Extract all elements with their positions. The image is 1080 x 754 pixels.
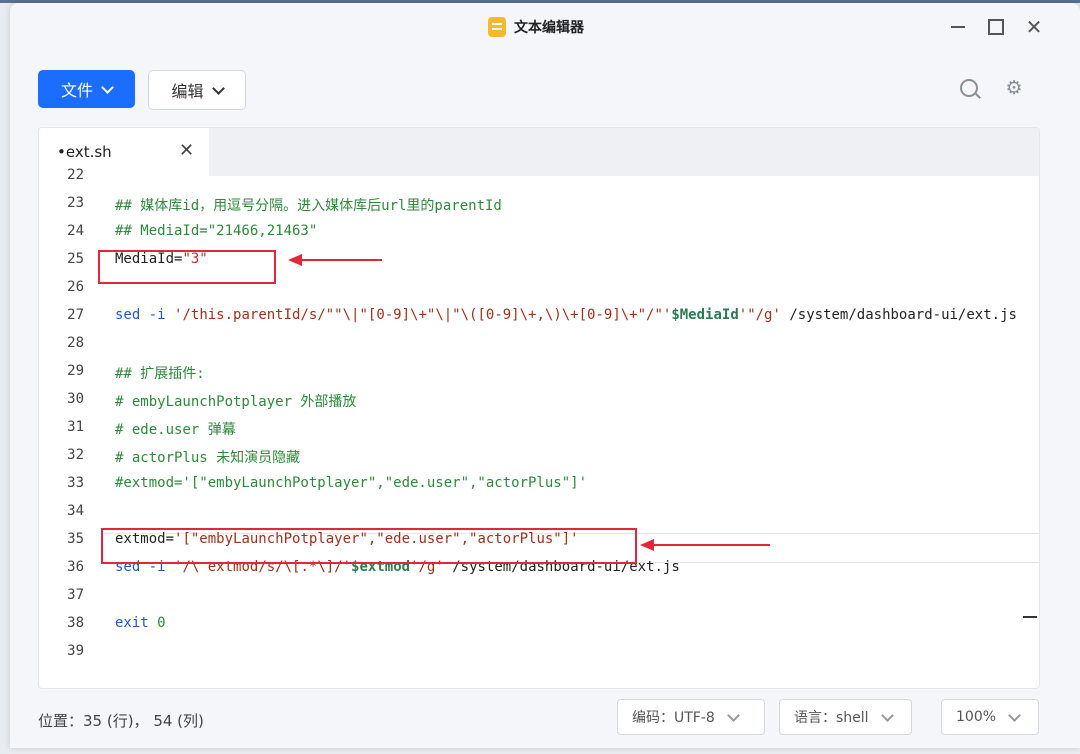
close-tab-icon[interactable]: ✕ (179, 140, 194, 161)
cursor-position: 位置：35 (行)， 54 (列) (38, 712, 204, 730)
code-token: # embyLaunchPotplayer 外部播放 (115, 394, 357, 410)
arrow-line-25 (288, 254, 382, 266)
line-number: 29 (67, 363, 84, 379)
code-token: # actorPlus 未知演员隐藏 (115, 450, 301, 466)
code-token: 0 (157, 615, 166, 631)
encoding-select[interactable]: 编码：UTF-8 (617, 699, 765, 735)
close-icon[interactable]: ✕ (1023, 15, 1045, 39)
code-line[interactable]: 30 # embyLaunchPotplayer 外部播放 (39, 386, 1039, 414)
line-number: 36 (67, 559, 84, 575)
chevron-down-icon (101, 80, 114, 94)
code-token: /system/dashboard-ui/ext.js (780, 307, 1017, 323)
encoding-label: 编码：UTF-8 (632, 710, 715, 726)
code-line[interactable]: 37 (39, 582, 1039, 610)
line-number: 31 (67, 419, 84, 435)
line-number: 26 (67, 279, 84, 295)
code-line[interactable]: 32 # actorPlus 未知演员隐藏 (39, 442, 1039, 470)
code-token: $MediaId (671, 307, 739, 323)
chevron-down-icon (726, 708, 740, 722)
notepad-icon (488, 17, 506, 37)
title-bar: 文本编辑器 ✕ (10, 3, 1080, 53)
code-token: # ede.user 弹幕 (115, 422, 236, 438)
chevron-down-icon (880, 708, 894, 722)
line-number: 39 (67, 643, 84, 659)
code-line[interactable]: 24 ## MediaId="21466,21463" (39, 218, 1039, 246)
code-line[interactable]: 27 sed -i '/this.parentId/s/""\|"[0-9]\+"… (39, 302, 1039, 330)
line-number: 33 (67, 475, 84, 491)
search-icon[interactable] (960, 79, 978, 97)
code-line[interactable]: 31 # ede.user 弹幕 (39, 414, 1039, 442)
tab-label: •ext.sh (57, 143, 112, 161)
line-number: 28 (67, 335, 84, 351)
line-number: 25 (67, 251, 84, 267)
line-number: 32 (67, 447, 84, 463)
code-token: -i (148, 307, 166, 323)
code-line[interactable]: 28 (39, 330, 1039, 358)
code-token: ## 扩展插件: (115, 366, 205, 382)
zoom-select[interactable]: 100% (941, 699, 1039, 735)
code-token: exit (115, 615, 149, 631)
code-token: ## 媒体库id，用逗号分隔。进入媒体库后url里的parentId (115, 198, 502, 214)
line-content: # ede.user 弹幕 (115, 419, 236, 439)
code-token: #extmod='["embyLaunchPotplayer","ede.use… (115, 475, 588, 491)
line-content: ## 扩展插件: (115, 363, 205, 383)
code-token: '/this.parentId/s/""\|"[0-9]\+"\|"\([0-9… (174, 307, 672, 323)
scrollbar-thumb[interactable] (1023, 616, 1037, 618)
code-line[interactable]: 33 #extmod='["embyLaunchPotplayer","ede.u… (39, 470, 1039, 498)
line-number: 27 (67, 307, 84, 323)
file-menu-label: 文件 (60, 81, 93, 100)
minimize-icon[interactable] (947, 16, 969, 38)
line-content: exit 0 (115, 615, 166, 631)
language-select[interactable]: 语言：shell (779, 699, 912, 735)
line-number: 37 (67, 587, 84, 603)
code-token: '"/g' (738, 307, 781, 323)
code-line[interactable]: 23 ## 媒体库id，用逗号分隔。进入媒体库后url里的parentId (39, 190, 1039, 218)
arrow-line-35 (640, 539, 770, 551)
line-number: 23 (67, 195, 84, 211)
line-content: # actorPlus 未知演员隐藏 (115, 447, 300, 467)
code-line[interactable]: 29 ## 扩展插件: (39, 358, 1039, 386)
unsaved-marker: • (57, 143, 66, 161)
code-token: sed (115, 307, 141, 323)
line-number: 34 (67, 503, 84, 519)
maximize-icon[interactable] (985, 16, 1007, 38)
edit-menu-button[interactable]: 编辑 (148, 70, 246, 110)
line-number: 24 (67, 223, 84, 239)
line-number: 38 (67, 615, 84, 631)
editor-panel: •ext.sh ✕ 22 23 ## 媒体库id，用逗号分隔。进入媒体库后url里的… (38, 127, 1040, 689)
tab-filename: ext.sh (65, 143, 112, 161)
line-content: # embyLaunchPotplayer 外部播放 (115, 391, 356, 411)
line-content: #extmod='["embyLaunchPotplayer","ede.use… (115, 475, 587, 491)
window-title: 文本编辑器 (514, 20, 584, 36)
line-number: 35 (67, 531, 84, 547)
code-line[interactable]: 34 (39, 498, 1039, 526)
chevron-down-icon (211, 81, 225, 95)
code-line[interactable]: 22 (39, 162, 1039, 190)
window-title-group: 文本编辑器 (488, 17, 584, 37)
line-content: sed -i '/this.parentId/s/""\|"[0-9]\+"\|… (115, 307, 1017, 323)
code-token: ## MediaId="21466,21463" (115, 223, 318, 239)
line-content: ## MediaId="21466,21463" (115, 223, 317, 239)
line-number: 22 (67, 167, 84, 183)
line-number: 30 (67, 391, 84, 407)
file-menu-button[interactable]: 文件 (38, 70, 135, 108)
code-line[interactable]: 39 (39, 638, 1039, 666)
highlight-box-line-35 (101, 528, 637, 564)
highlight-box-line-25 (98, 250, 276, 284)
edit-menu-label: 编辑 (171, 82, 204, 101)
line-content: ## 媒体库id，用逗号分隔。进入媒体库后url里的parentId (115, 195, 502, 215)
gear-icon[interactable]: ⚙ (1004, 78, 1024, 98)
language-label: 语言：shell (794, 710, 869, 726)
zoom-label: 100% (956, 709, 997, 725)
code-line[interactable]: 38 exit 0 (39, 610, 1039, 638)
chevron-down-icon (1008, 708, 1021, 722)
text-editor-window: 文本编辑器 ✕ 文件 编辑 ⚙ •ext.sh ✕ 22 23 ## 媒体库id，用… (10, 3, 1080, 748)
